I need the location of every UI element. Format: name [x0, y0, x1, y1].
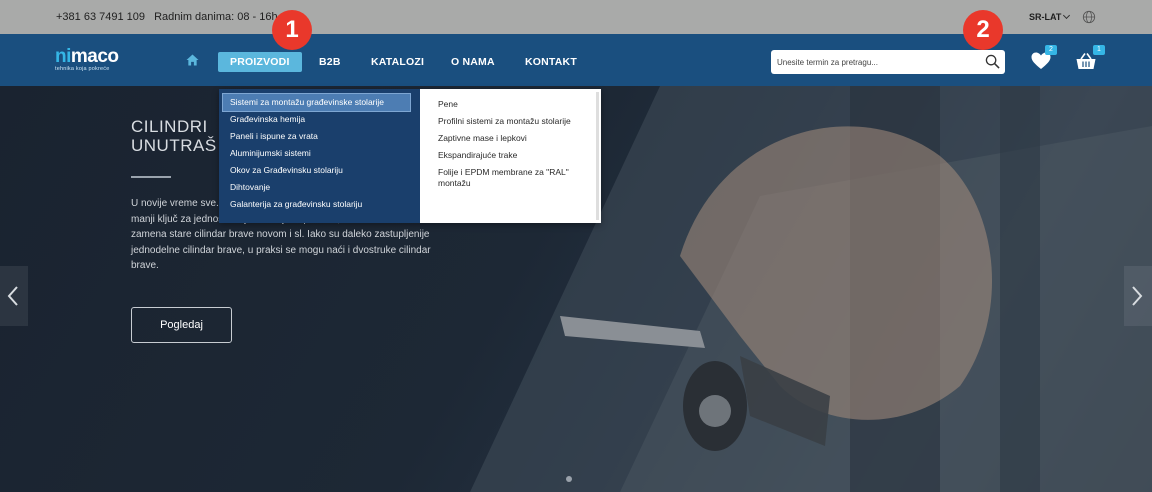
dropdown-category-item[interactable]: Okov za Građevinsku stolariju [223, 162, 410, 179]
annotation-marker-2: 2 [963, 10, 1003, 50]
globe-icon[interactable] [1082, 10, 1096, 24]
nav-item-o-nama[interactable]: O NAMA [451, 52, 495, 72]
dropdown-subcategory-item[interactable]: Profilni sistemi za montažu stolarije [438, 116, 588, 127]
search-box [771, 50, 1005, 74]
logo-tagline: tehnika koja pokreće [55, 66, 110, 72]
slider-prev-button[interactable] [0, 266, 28, 326]
hero-title-line-2: UNUTRAŠ [131, 136, 217, 155]
hero-title: CILINDRI UNUTRAŠ [131, 117, 217, 155]
search-input[interactable] [777, 54, 977, 70]
dropdown-category-item[interactable]: Građevinska hemija [223, 111, 410, 128]
chevron-down-icon [1063, 11, 1071, 20]
dropdown-category-item[interactable]: Galanterija za građevinsku stolariju [223, 196, 410, 213]
dropdown-category-item[interactable]: Paneli i ispune za vrata [223, 128, 410, 145]
language-label: SR-LAT [1029, 12, 1062, 22]
hero-divider [131, 176, 171, 178]
products-dropdown-menu: Sistemi za montažu građevinske stolarije… [219, 89, 601, 223]
nav-item-b2b[interactable]: B2B [319, 52, 341, 72]
logo-word-accent: ni [55, 46, 71, 67]
dropdown-subcategory-item[interactable]: Ekspandirajuće trake [438, 150, 588, 161]
cart-count-badge: 1 [1093, 45, 1105, 55]
dropdown-subcategory-item[interactable]: Zaptivne mase i lepkovi [438, 133, 588, 144]
working-hours: Radnim danima: 08 - 16h [154, 11, 278, 23]
dropdown-category-list: Sistemi za montažu građevinske stolarije… [219, 89, 420, 223]
slider-next-button[interactable] [1124, 266, 1152, 326]
chevron-right-icon [1132, 286, 1143, 306]
language-selector[interactable]: SR-LAT [1029, 11, 1071, 22]
nav-item-proizvodi[interactable]: PROIZVODI [218, 52, 302, 72]
logo-word-main: maco [70, 46, 119, 67]
search-icon[interactable] [985, 54, 1000, 69]
nav-item-kontakt[interactable]: KONTAKT [525, 52, 577, 72]
dropdown-category-item[interactable]: Dihtovanje [223, 179, 410, 196]
dropdown-subcategory-list: Pene Profilni sistemi za montažu stolari… [438, 99, 588, 195]
dropdown-category-item[interactable]: Aluminijumski sistemi [223, 145, 410, 162]
home-icon[interactable] [186, 54, 199, 66]
contact-info: +381 63 7491 109 Radnim danima: 08 - 16h [56, 11, 278, 23]
annotation-marker-1: 1 [272, 10, 312, 50]
pogledaj-button[interactable]: Pogledaj [131, 307, 232, 343]
dropdown-subcategory-item[interactable]: Pene [438, 99, 588, 110]
hero-title-line-1: CILINDRI [131, 117, 208, 136]
dropdown-category-item[interactable]: Sistemi za montažu građevinske stolarije [222, 93, 411, 112]
wishlist-count-badge: 2 [1045, 45, 1057, 55]
chevron-left-icon [7, 286, 18, 306]
dropdown-subcategory-item[interactable]: Folije i EPDM membrane za "RAL" montažu [438, 167, 588, 189]
nav-item-katalozi[interactable]: KATALOZI [371, 52, 424, 72]
phone-number[interactable]: +381 63 7491 109 [56, 11, 145, 23]
dropdown-scrollbar[interactable] [596, 92, 599, 220]
logo[interactable]: nimaco tehnika koja pokreće [55, 46, 119, 72]
slider-dot[interactable] [566, 476, 572, 482]
